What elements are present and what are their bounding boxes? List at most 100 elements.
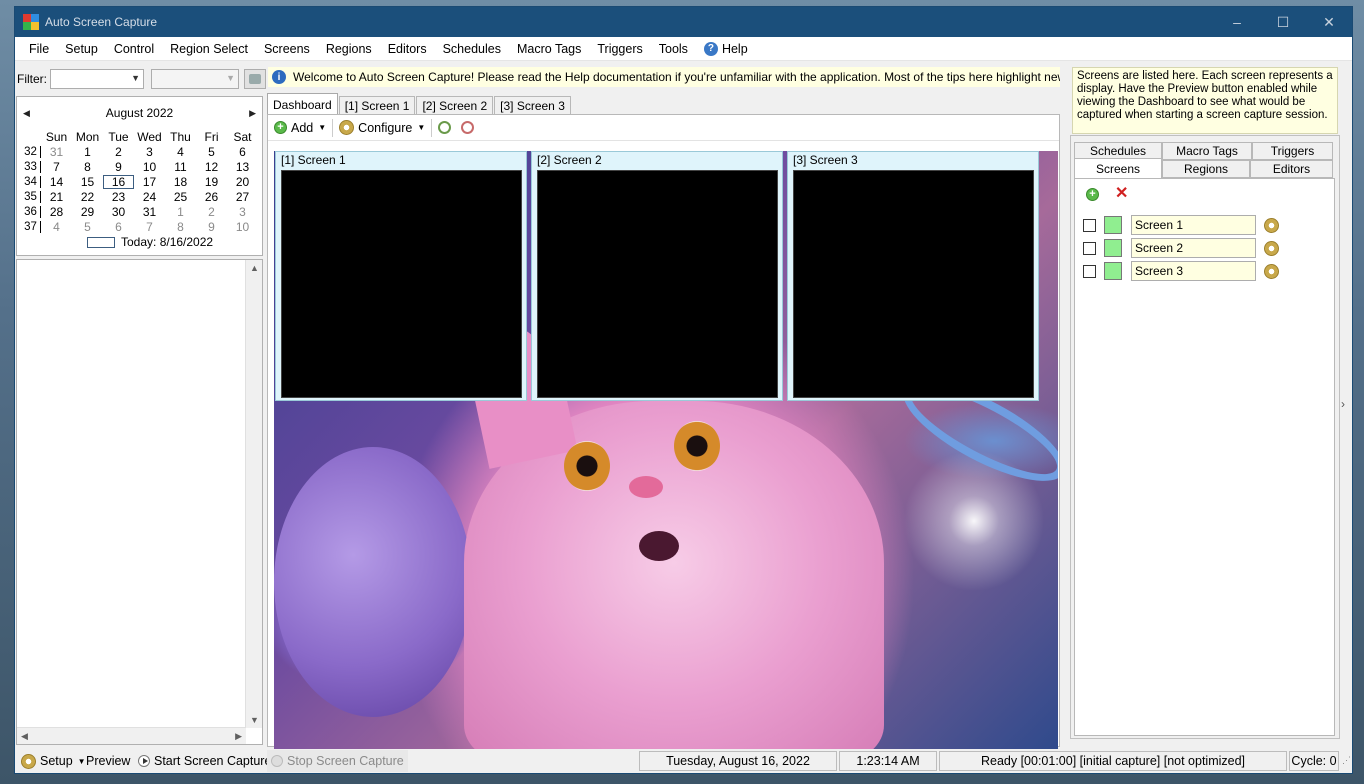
filter-value-dropdown[interactable]: ▼ (151, 69, 239, 89)
setup-dropdown-button[interactable]: Setup ▼ (17, 750, 90, 772)
horizontal-scrollbar[interactable]: ◀ ▶ (17, 727, 246, 744)
scroll-left-icon[interactable]: ◀ (21, 731, 28, 742)
next-month-button[interactable]: ▶ (249, 108, 256, 119)
menu-screens[interactable]: Screens (256, 42, 318, 56)
calendar-day[interactable]: 2 (196, 205, 227, 219)
screen-color-swatch[interactable] (1104, 262, 1122, 280)
calendar-day[interactable]: 15 (72, 175, 103, 189)
preview-button[interactable]: Preview (82, 750, 134, 772)
resize-grip-icon[interactable]: ⋰ (1342, 755, 1351, 766)
calendar-day[interactable]: 31 (41, 145, 72, 159)
scroll-down-icon[interactable]: ▼ (250, 715, 259, 725)
menu-setup[interactable]: Setup (57, 42, 106, 56)
calendar-day[interactable]: 28 (41, 205, 72, 219)
calendar-day[interactable]: 2 (103, 145, 134, 159)
start-capture-button[interactable]: Start Screen Capture (134, 750, 275, 772)
tab-macro-tags[interactable]: Macro Tags (1162, 142, 1252, 160)
screen-color-swatch[interactable] (1104, 216, 1122, 234)
calendar-day[interactable]: 8 (72, 160, 103, 174)
calendar-day[interactable]: 5 (196, 145, 227, 159)
zoom-in-icon[interactable] (438, 121, 451, 134)
screen-name-field[interactable]: Screen 2 (1131, 238, 1256, 258)
vertical-scrollbar[interactable]: ▲ ▼ (245, 260, 262, 728)
calendar-day[interactable]: 24 (134, 190, 165, 204)
calendar-day[interactable]: 12 (196, 160, 227, 174)
maximize-button[interactable]: ☐ (1260, 7, 1306, 37)
calendar-day[interactable]: 3 (134, 145, 165, 159)
calendar-day[interactable]: 18 (165, 175, 196, 189)
calendar-day[interactable]: 6 (227, 145, 258, 159)
tab-editors[interactable]: Editors (1250, 160, 1333, 178)
calendar-day[interactable]: 27 (227, 190, 258, 204)
calendar-day[interactable]: 21 (41, 190, 72, 204)
calendar-day[interactable]: 20 (227, 175, 258, 189)
stop-capture-button[interactable]: Stop Screen Capture (267, 750, 408, 772)
menu-file[interactable]: File (21, 42, 57, 56)
calendar-day[interactable]: 26 (196, 190, 227, 204)
calendar[interactable]: ◀ August 2022 ▶ Sun Mon Tue Wed Thu Fri … (16, 96, 263, 256)
menu-tools[interactable]: Tools (651, 42, 696, 56)
dashboard-screen-2[interactable]: [2] Screen 2 (531, 151, 783, 401)
calendar-day[interactable]: 9 (196, 220, 227, 234)
previous-month-button[interactable]: ◀ (23, 108, 30, 119)
delete-screen-button[interactable]: ✕ (1115, 187, 1128, 201)
add-screen-button[interactable]: + (1086, 188, 1099, 201)
add-button[interactable]: + Add ▼ (274, 121, 326, 135)
dashboard-screen-3[interactable]: [3] Screen 3 (787, 151, 1039, 401)
menu-region-select[interactable]: Region Select (162, 42, 256, 56)
tab-screen-1[interactable]: [1] Screen 1 (339, 96, 416, 115)
calendar-day[interactable]: 31 (134, 205, 165, 219)
calendar-day[interactable]: 4 (41, 220, 72, 234)
close-button[interactable]: ✕ (1306, 7, 1352, 37)
tab-triggers[interactable]: Triggers (1252, 142, 1333, 160)
calendar-day[interactable]: 30 (103, 205, 134, 219)
calendar-day[interactable]: 1 (165, 205, 196, 219)
calendar-day[interactable]: 1 (72, 145, 103, 159)
calendar-day[interactable]: 16 (103, 175, 134, 189)
menu-control[interactable]: Control (106, 42, 162, 56)
calendar-day[interactable]: 23 (103, 190, 134, 204)
calendar-day[interactable]: 7 (134, 220, 165, 234)
menu-macro-tags[interactable]: Macro Tags (509, 42, 589, 56)
screen-checkbox[interactable] (1083, 219, 1096, 232)
calendar-month-title[interactable]: August 2022 (106, 106, 173, 120)
gear-icon[interactable] (1264, 241, 1279, 256)
calendar-day[interactable]: 5 (72, 220, 103, 234)
filter-type-dropdown[interactable]: ▼ (50, 69, 144, 89)
menu-editors[interactable]: Editors (380, 42, 435, 56)
calendar-day[interactable]: 3 (227, 205, 258, 219)
screen-checkbox[interactable] (1083, 265, 1096, 278)
calendar-day[interactable]: 25 (165, 190, 196, 204)
screen-color-swatch[interactable] (1104, 239, 1122, 257)
gear-icon[interactable] (1264, 218, 1279, 233)
calendar-day[interactable]: 22 (72, 190, 103, 204)
scroll-up-icon[interactable]: ▲ (250, 263, 259, 273)
configure-button[interactable]: Configure ▼ (339, 120, 425, 135)
calendar-day[interactable]: 29 (72, 205, 103, 219)
menu-regions[interactable]: Regions (318, 42, 380, 56)
tab-screen-2[interactable]: [2] Screen 2 (416, 96, 493, 115)
calendar-day[interactable]: 6 (103, 220, 134, 234)
screen-checkbox[interactable] (1083, 242, 1096, 255)
calendar-day[interactable]: 13 (227, 160, 258, 174)
tab-regions[interactable]: Regions (1162, 160, 1250, 178)
calendar-day[interactable]: 4 (165, 145, 196, 159)
calendar-day[interactable]: 9 (103, 160, 134, 174)
tab-dashboard[interactable]: Dashboard (267, 93, 338, 115)
screen-name-field[interactable]: Screen 3 (1131, 261, 1256, 281)
calendar-day[interactable]: 19 (196, 175, 227, 189)
dashboard-screen-1[interactable]: [1] Screen 1 (275, 151, 527, 401)
menu-schedules[interactable]: Schedules (435, 42, 509, 56)
scroll-right-icon[interactable]: ▶ (235, 731, 242, 742)
capture-tree[interactable]: ▲ ▼ ◀ ▶ (16, 259, 263, 745)
screen-name-field[interactable]: Screen 1 (1131, 215, 1256, 235)
menu-triggers[interactable]: Triggers (589, 42, 650, 56)
apply-filter-button[interactable] (244, 69, 266, 89)
minimize-button[interactable]: – (1214, 7, 1260, 37)
zoom-out-icon[interactable] (461, 121, 474, 134)
calendar-day[interactable]: 11 (165, 160, 196, 174)
tab-screen-3[interactable]: [3] Screen 3 (494, 96, 571, 115)
gear-icon[interactable] (1264, 264, 1279, 279)
calendar-day[interactable]: 8 (165, 220, 196, 234)
menu-help[interactable]: ? Help (696, 42, 756, 56)
